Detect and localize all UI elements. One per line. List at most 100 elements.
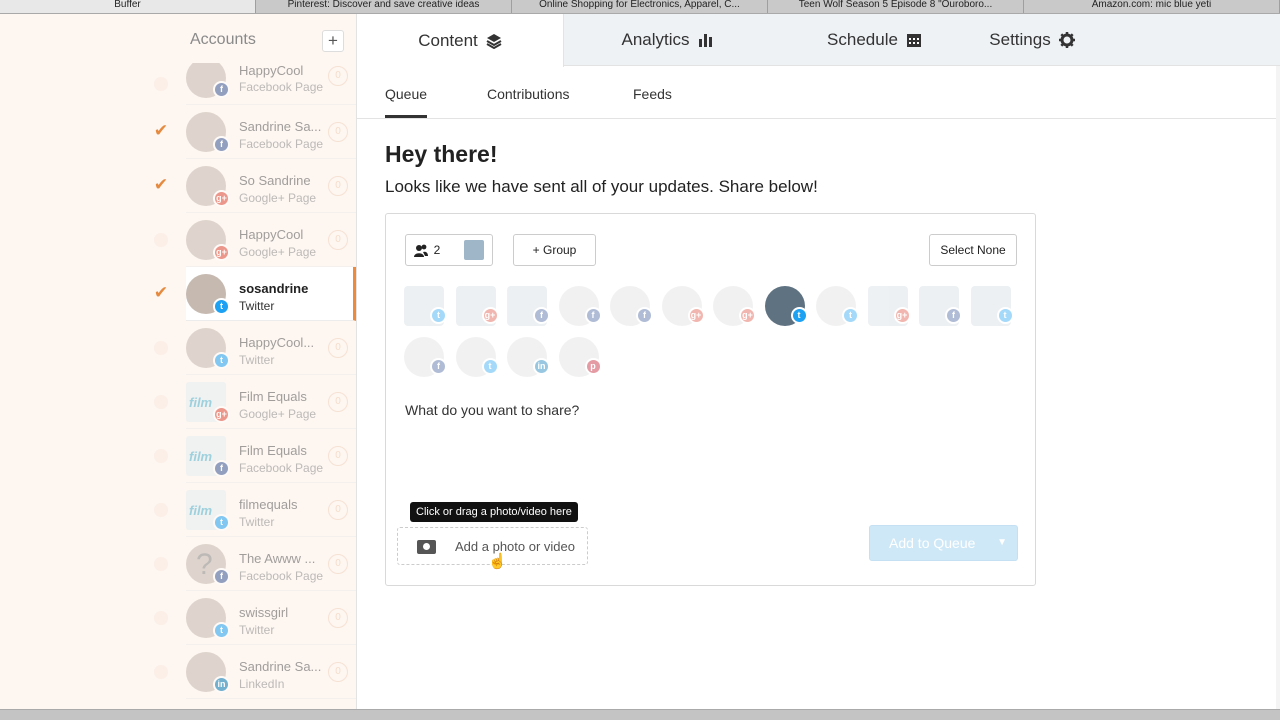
service-badge-icon: in xyxy=(213,676,230,693)
service-badge-icon: t xyxy=(213,514,230,531)
account-item[interactable]: f Sandrine Sa... Facebook Page 0 xyxy=(186,105,356,159)
browser-tab-bar: Buffer Pinterest: Discover and save crea… xyxy=(0,0,1280,14)
add-to-queue-button[interactable]: Add to Queue ▼ xyxy=(869,525,1018,561)
account-item[interactable]: film f Film Equals Facebook Page 0 xyxy=(186,429,356,483)
upload-tooltip: Click or drag a photo/video here xyxy=(410,502,578,522)
unchecked-dot-icon[interactable] xyxy=(154,503,168,517)
account-item[interactable]: g+ HappyCool Google+ Page 0 xyxy=(186,213,356,267)
account-item[interactable]: t sosandrine Twitter xyxy=(186,267,356,321)
group-count: 2 xyxy=(433,243,441,257)
queue-count-badge: 0 xyxy=(328,608,348,628)
service-badge-icon: in xyxy=(533,358,550,375)
service-badge-icon: f xyxy=(213,81,230,98)
unchecked-dot-icon[interactable] xyxy=(154,611,168,625)
profile-avatar[interactable]: f xyxy=(404,337,447,377)
account-item[interactable]: ? f The Awww ... Facebook Page 0 xyxy=(186,537,356,591)
tab-settings[interactable]: Settings xyxy=(947,14,1117,66)
profile-avatar[interactable]: in xyxy=(507,337,550,377)
queue-count-badge: 0 xyxy=(328,176,348,196)
service-badge-icon: t xyxy=(996,307,1014,324)
profile-avatar[interactable]: t xyxy=(816,286,859,326)
account-name: The Awww ... xyxy=(239,551,316,566)
chevron-down-icon[interactable]: ▼ xyxy=(997,537,1007,548)
tab-settings-label: Settings xyxy=(989,30,1051,49)
account-name: HappyCool xyxy=(239,227,304,242)
add-account-button[interactable]: + xyxy=(322,30,344,52)
share-input[interactable]: What do you want to share? xyxy=(405,402,579,418)
page-title: Hey there! xyxy=(385,141,498,167)
account-name: swissgirl xyxy=(239,605,289,620)
unchecked-dot-icon[interactable] xyxy=(154,233,168,247)
service-badge-icon: f xyxy=(213,568,230,585)
tab-content[interactable]: Content xyxy=(357,14,564,67)
account-item[interactable]: t swissgirl Twitter 0 xyxy=(186,591,356,645)
layers-icon xyxy=(486,33,502,49)
account-item[interactable]: f HappyCool Facebook Page 0 xyxy=(186,63,356,105)
select-none-button[interactable]: Select None xyxy=(929,234,1017,266)
unchecked-dot-icon[interactable] xyxy=(154,557,168,571)
account-type: Facebook Page xyxy=(239,137,324,151)
tab-analytics[interactable]: Analytics xyxy=(564,14,771,66)
browser-tab[interactable]: Buffer xyxy=(0,0,256,13)
unchecked-dot-icon[interactable] xyxy=(154,665,168,679)
service-badge-icon: f xyxy=(636,307,653,324)
account-name: Film Equals xyxy=(239,389,307,404)
checkmark-icon[interactable]: ✔ xyxy=(150,121,172,143)
service-badge-icon: g+ xyxy=(213,244,230,261)
browser-tab[interactable]: Amazon.com: mic blue yeti xyxy=(1024,0,1280,13)
profile-avatar[interactable]: g+ xyxy=(713,286,756,326)
profile-avatar[interactable]: f xyxy=(919,286,962,326)
tab-analytics-label: Analytics xyxy=(621,30,690,49)
group-selector[interactable]: 2 xyxy=(405,234,493,266)
profile-avatar[interactable]: p xyxy=(558,337,602,377)
browser-tab[interactable]: Pinterest: Discover and save creative id… xyxy=(256,0,512,13)
profile-avatar[interactable]: t xyxy=(764,286,808,326)
service-badge-icon: f xyxy=(213,460,230,477)
bar-chart-icon xyxy=(698,34,712,47)
queue-count-badge: 0 xyxy=(328,66,348,86)
account-type: Facebook Page xyxy=(239,461,324,475)
account-type: Twitter xyxy=(239,623,275,637)
tab-feeds[interactable]: Feeds xyxy=(633,86,672,102)
service-badge-icon: t xyxy=(213,622,230,639)
queue-count-badge: 0 xyxy=(328,662,348,682)
top-navigation: Content Analytics Schedule Settings xyxy=(357,14,1280,67)
unchecked-dot-icon[interactable] xyxy=(154,395,168,409)
account-item[interactable]: film g+ Film Equals Google+ Page 0 xyxy=(186,375,356,429)
add-group-button[interactable]: + Group xyxy=(513,234,596,266)
account-name: Film Equals xyxy=(239,443,307,458)
checkmark-icon[interactable]: ✔ xyxy=(150,175,172,197)
account-item[interactable]: t HappyCool... Twitter 0 xyxy=(186,321,356,375)
profile-avatar[interactable]: g+ xyxy=(455,286,499,326)
account-item[interactable]: g+ So Sandrine Google+ Page 0 xyxy=(186,159,356,213)
profile-avatar[interactable]: f xyxy=(610,286,653,326)
service-badge-icon: f xyxy=(430,358,447,375)
account-list: f HappyCool Facebook Page 0 f Sandrine Sa... F… xyxy=(186,63,356,709)
service-badge-icon: f xyxy=(945,307,962,324)
scrollbar[interactable] xyxy=(1276,66,1280,709)
profile-avatar[interactable]: t xyxy=(455,337,499,377)
profile-avatar[interactable]: t xyxy=(404,286,447,326)
tab-queue[interactable]: Queue xyxy=(385,86,428,118)
service-badge-icon: t xyxy=(430,307,447,324)
profile-avatar[interactable]: f xyxy=(507,286,550,326)
browser-tab[interactable]: Teen Wolf Season 5 Episode 8 "Ouroboro..… xyxy=(768,0,1024,13)
account-name: So Sandrine xyxy=(239,173,311,188)
account-name: HappyCool... xyxy=(239,335,315,350)
service-badge-icon: g+ xyxy=(687,307,705,324)
account-item[interactable]: in Sandrine Sa... LinkedIn 0 xyxy=(186,645,356,699)
account-item[interactable]: film t filmequals Twitter 0 xyxy=(186,483,356,537)
tab-contributions[interactable]: Contributions xyxy=(487,86,570,102)
unchecked-dot-icon[interactable] xyxy=(154,341,168,355)
checkmark-icon[interactable]: ✔ xyxy=(150,283,172,305)
profile-avatar[interactable]: t xyxy=(970,286,1014,326)
profile-avatar[interactable]: f xyxy=(558,286,602,326)
gear-icon xyxy=(1058,32,1075,48)
unchecked-dot-icon[interactable] xyxy=(154,449,168,463)
profile-avatar[interactable]: g+ xyxy=(867,286,911,326)
profile-avatar[interactable]: g+ xyxy=(661,286,705,326)
browser-tab[interactable]: Online Shopping for Electronics, Apparel… xyxy=(512,0,768,13)
queue-count-badge: 0 xyxy=(328,230,348,250)
unchecked-dot-icon[interactable] xyxy=(154,77,168,91)
account-type: Twitter xyxy=(239,515,275,529)
